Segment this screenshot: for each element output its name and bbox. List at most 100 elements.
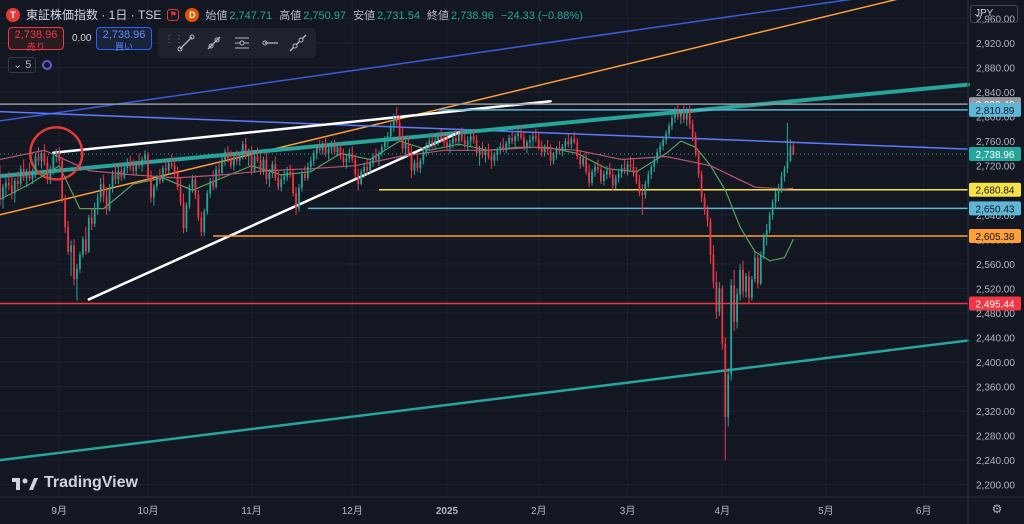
candle: [783, 165, 786, 182]
extended-line-icon[interactable]: [286, 32, 310, 54]
candle-body: [265, 159, 268, 180]
candle-body: [632, 166, 635, 174]
buy-button[interactable]: 2,738.96 買い: [96, 27, 152, 52]
candle-body: [150, 177, 152, 198]
x-tick-label: 2025: [436, 506, 459, 517]
change-value: −24.33 (−0.88%): [500, 9, 583, 22]
candle-body: [389, 125, 392, 137]
settings-icon[interactable]: ⚙: [990, 502, 1004, 516]
candle: [380, 144, 383, 157]
candle-body: [135, 163, 138, 171]
candle-body: [34, 156, 37, 171]
candle-body: [653, 159, 656, 167]
candle: [422, 148, 425, 165]
y-tick-label: 2,920.00: [976, 39, 1015, 50]
candle-body: [380, 147, 383, 154]
candle: [286, 166, 289, 182]
candle-body: [626, 164, 629, 171]
candle: [635, 166, 638, 185]
candle-body: [454, 138, 457, 142]
price-chart[interactable]: 2,200.00 2,240.00 2,280.00 2,320.00 2,360.00…: [0, 0, 1024, 524]
candle-body: [99, 184, 102, 198]
candle: [194, 174, 197, 200]
candle-body: [132, 166, 135, 171]
indicator-visibility-icon[interactable]: [42, 60, 53, 70]
candle: [150, 170, 152, 203]
candle-body: [274, 164, 277, 178]
currency-select[interactable]: JPY: [970, 5, 1018, 23]
symbol-name[interactable]: 東証株価指数 · 1日 · TSE: [26, 6, 161, 23]
candle-body: [780, 176, 783, 189]
candle: [434, 136, 437, 150]
candle-body: [469, 136, 472, 142]
ray-icon[interactable]: [202, 32, 226, 54]
candle-body: [295, 193, 297, 209]
candle-body: [197, 195, 200, 218]
candle: [502, 138, 505, 153]
candle-body: [759, 254, 762, 284]
candle: [774, 190, 777, 209]
horizontal-ray-icon[interactable]: [258, 32, 282, 54]
candle: [665, 130, 667, 145]
candle: [351, 146, 354, 163]
candle-body: [304, 174, 306, 178]
candle: [715, 271, 718, 320]
drag-handle-icon[interactable]: ⋮⋮: [164, 35, 184, 50]
candle: [493, 152, 496, 166]
candle: [727, 368, 730, 427]
candle: [603, 170, 605, 186]
d-badge-icon[interactable]: D: [185, 7, 200, 22]
candle: [289, 164, 291, 178]
candle-body: [434, 139, 437, 145]
candle-body: [363, 166, 365, 172]
candle: [614, 174, 617, 189]
candle: [626, 160, 629, 176]
candle-body: [594, 166, 596, 172]
candle-body: [508, 138, 511, 144]
candle-body: [167, 163, 170, 171]
candle-body: [765, 230, 768, 237]
candle: [771, 199, 774, 220]
candle-body: [369, 162, 371, 171]
candle: [348, 148, 351, 163]
candle: [153, 184, 155, 206]
candle-body: [232, 157, 235, 166]
candle: [274, 156, 277, 182]
y-tick-label: 2,760.00: [976, 137, 1015, 148]
candle-body: [153, 186, 155, 198]
candle-body: [79, 254, 81, 269]
candle-body: [573, 138, 576, 143]
candle: [81, 236, 84, 258]
candle-body: [179, 187, 182, 203]
y-tick-label: 2,280.00: [976, 432, 1015, 443]
candle-body: [611, 174, 614, 186]
indicator-toggle[interactable]: ⌄ 5: [8, 57, 53, 73]
flag-icon[interactable]: ⚑: [167, 8, 180, 21]
candle-body: [141, 159, 143, 166]
candle-body: [425, 147, 428, 153]
candle: [215, 165, 217, 189]
candle: [413, 159, 416, 175]
candle-body: [768, 214, 771, 231]
candle-body: [496, 150, 499, 155]
sell-button[interactable]: 2,738.96 売り: [8, 27, 64, 52]
trend-line: [0, 339, 970, 462]
candle: [280, 174, 283, 192]
candle-body: [81, 239, 84, 255]
candle-body: [247, 150, 250, 157]
candle: [425, 142, 428, 157]
candle: [99, 177, 102, 203]
candle-body: [147, 154, 149, 178]
candle: [508, 134, 511, 149]
candle: [561, 144, 564, 157]
symbol-header: T 東証株価指数 · 1日 · TSE ⚑ D 始値 2,747.71 高値 2,7…: [6, 6, 583, 23]
candle: [84, 227, 87, 255]
indicator-count-box[interactable]: ⌄ 5: [8, 57, 37, 73]
candle-body: [218, 169, 220, 174]
parallel-channel-icon[interactable]: [230, 32, 254, 54]
candle-body: [457, 134, 460, 142]
candle-body: [762, 236, 765, 255]
candle: [247, 148, 250, 166]
candle: [697, 150, 700, 178]
trend-line-icon[interactable]: [174, 32, 198, 54]
